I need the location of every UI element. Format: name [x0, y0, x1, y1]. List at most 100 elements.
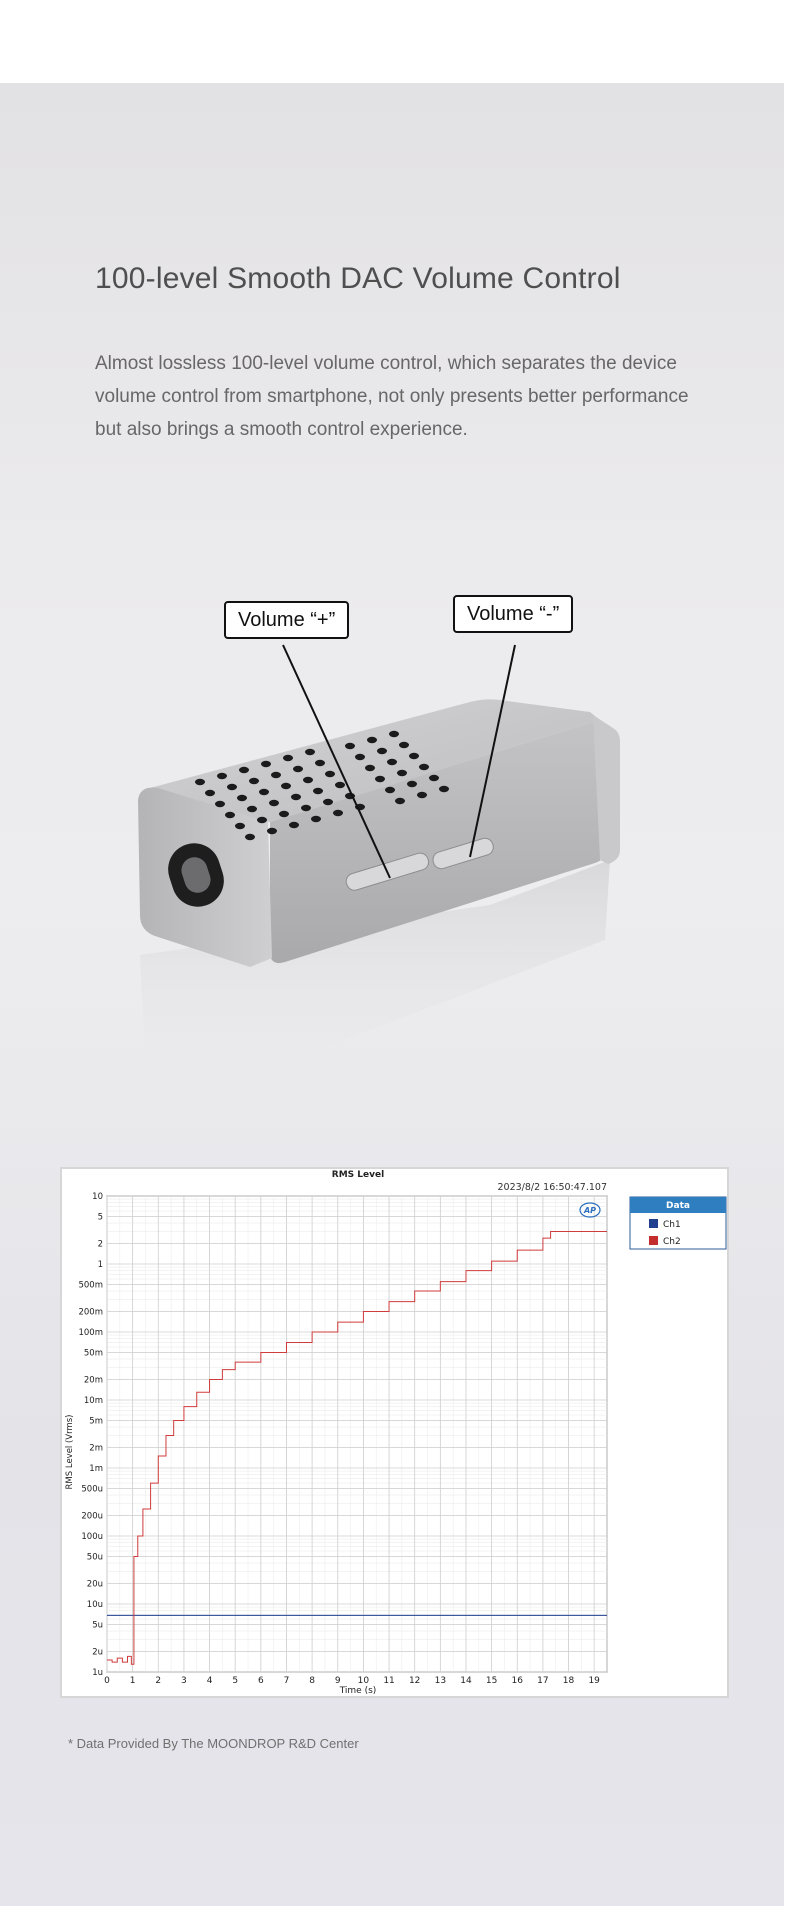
x-tick-label: 12	[409, 1676, 420, 1686]
vent-hole	[261, 760, 271, 768]
vent-hole	[247, 805, 257, 813]
vent-hole	[377, 747, 387, 755]
y-tick-label: 100m	[78, 1328, 103, 1338]
y-tick-label: 200u	[81, 1512, 103, 1522]
vent-hole	[409, 752, 419, 760]
y-tick-label: 50u	[87, 1552, 103, 1562]
y-tick-label: 2	[98, 1240, 103, 1250]
vent-hole	[281, 782, 291, 790]
vent-hole	[407, 780, 417, 788]
volume-minus-callout: Volume “-”	[453, 595, 574, 633]
vent-hole	[269, 799, 279, 807]
vent-hole	[375, 775, 385, 783]
page-title: 100-level Smooth DAC Volume Control	[95, 262, 621, 295]
vent-hole	[311, 815, 321, 823]
y-tick-label: 100u	[81, 1532, 103, 1542]
description-text: Almost lossless 100-level volume control…	[95, 353, 689, 440]
vent-hole	[271, 771, 281, 779]
x-tick-label: 18	[563, 1676, 575, 1686]
vent-hole	[301, 804, 311, 812]
vent-hole	[387, 758, 397, 766]
y-tick-label: 2m	[89, 1444, 103, 1454]
x-tick-label: 6	[258, 1676, 264, 1686]
y-tick-label: 1u	[92, 1668, 103, 1678]
vent-hole	[429, 774, 439, 782]
vent-hole	[239, 766, 249, 774]
vent-hole	[245, 833, 255, 841]
y-tick-label: 50m	[84, 1348, 103, 1358]
vent-hole	[419, 763, 429, 771]
vent-hole	[217, 772, 227, 780]
y-tick-label: 20u	[87, 1580, 103, 1590]
vent-hole	[395, 797, 405, 805]
x-tick-label: 19	[588, 1676, 600, 1686]
vent-hole	[289, 821, 299, 829]
vent-hole	[257, 816, 267, 824]
chart-title: RMS Level	[332, 1170, 384, 1180]
vent-hole	[335, 781, 345, 789]
vent-hole	[385, 786, 395, 794]
legend-ch1: Ch1	[663, 1220, 681, 1230]
rms-level-chart: 10 5 2 1 500m 200m 100m 50m 20m 10m 5m 2m 1m 500u 200u…	[60, 1167, 729, 1698]
x-tick-label: 0	[104, 1676, 110, 1686]
x-tick-label: 10	[358, 1676, 370, 1686]
vent-hole	[225, 811, 235, 819]
vent-hole	[313, 787, 323, 795]
vent-hole	[237, 794, 247, 802]
x-tick-label: 17	[537, 1676, 548, 1686]
y-tick-label: 1	[98, 1260, 103, 1270]
y-tick-label: 20m	[84, 1376, 103, 1386]
x-tick-label: 2	[155, 1676, 161, 1686]
vent-hole	[323, 798, 333, 806]
y-tick-label: 10	[92, 1192, 103, 1202]
x-tick-label: 3	[181, 1676, 187, 1686]
vent-hole	[293, 765, 303, 773]
vent-hole	[399, 741, 409, 749]
vent-hole	[303, 776, 313, 784]
y-axis-label: RMS Level (Vrms)	[65, 1415, 75, 1490]
vent-hole	[305, 748, 315, 756]
vent-hole	[417, 791, 427, 799]
y-tick-label: 1m	[89, 1464, 103, 1474]
x-tick-label: 7	[284, 1676, 290, 1686]
vent-hole	[249, 777, 259, 785]
x-axis-label: Time (s)	[339, 1686, 377, 1696]
chart-timestamp: 2023/8/2 16:50:47.107	[497, 1182, 607, 1193]
vent-hole	[235, 822, 245, 830]
y-tick-label: 2u	[92, 1648, 103, 1658]
y-tick-label: 5	[98, 1212, 103, 1222]
vent-hole	[439, 785, 449, 793]
volume-plus-callout: Volume “+”	[224, 601, 350, 639]
vent-hole	[291, 793, 301, 801]
legend-ch2: Ch2	[663, 1237, 681, 1247]
x-tick-label: 5	[232, 1676, 238, 1686]
y-tick-label: 200m	[78, 1308, 103, 1318]
y-tick-label: 5m	[89, 1416, 103, 1426]
y-tick-label: 10m	[84, 1396, 103, 1406]
x-tick-label: 4	[207, 1676, 213, 1686]
vent-hole	[345, 742, 355, 750]
dac-device-illustration	[138, 644, 620, 1080]
vent-hole	[279, 810, 289, 818]
vent-hole	[215, 800, 225, 808]
x-tick-label: 15	[486, 1676, 497, 1686]
vent-hole	[227, 783, 237, 791]
vent-hole	[315, 759, 325, 767]
vent-hole	[195, 778, 205, 786]
y-tick-label: 5u	[92, 1620, 103, 1630]
x-tick-label: 8	[309, 1676, 315, 1686]
legend-title: Data	[666, 1201, 690, 1211]
x-tick-label: 11	[383, 1676, 394, 1686]
y-tick-label: 500u	[81, 1484, 103, 1494]
y-tick-label: 500m	[78, 1280, 103, 1290]
vent-hole	[283, 754, 293, 762]
vent-hole	[205, 789, 215, 797]
y-tick-label: 10u	[87, 1600, 103, 1610]
vent-hole	[355, 753, 365, 761]
footnote: * Data Provided By The MOONDROP R&D Cent…	[68, 1736, 359, 1751]
vent-hole	[267, 827, 277, 835]
vent-hole	[397, 769, 407, 777]
chart-svg: 10 5 2 1 500m 200m 100m 50m 20m 10m 5m 2m 1m 500u 200u…	[65, 1170, 727, 1696]
chart-legend: Data Ch1 Ch2	[629, 1196, 727, 1250]
svg-text:AP: AP	[583, 1206, 596, 1215]
